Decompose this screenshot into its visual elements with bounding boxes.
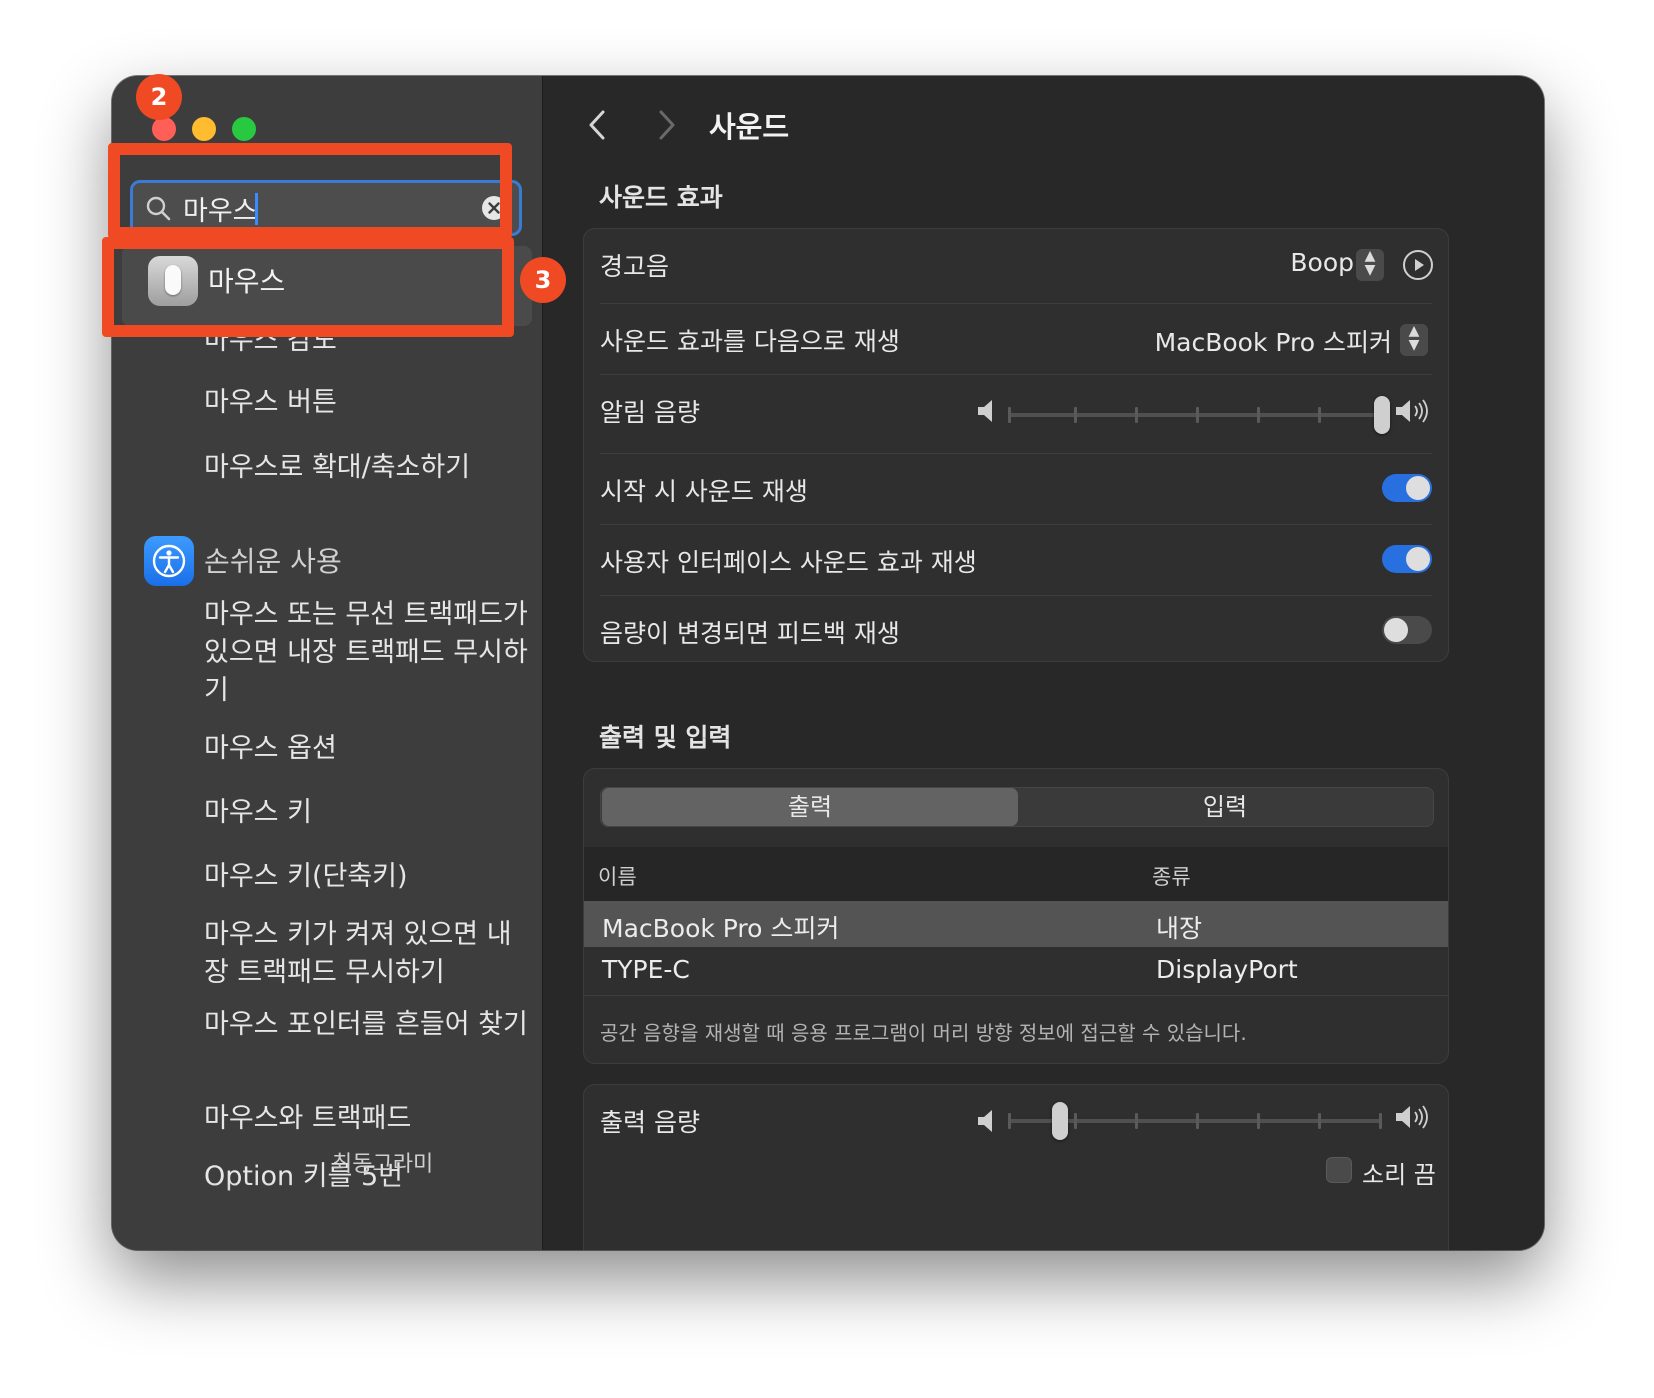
search-result-mouse-keys[interactable]: 마우스 키 bbox=[204, 794, 534, 832]
result-label: 마우스 옵션 bbox=[204, 733, 337, 764]
startup-sound-row: 시작 시 사운드 재생 bbox=[584, 454, 1448, 524]
section-title-sound-effects: 사운드 효과 bbox=[599, 183, 723, 212]
ui-sound-toggle[interactable] bbox=[1382, 545, 1432, 573]
tab-output[interactable]: 출력 bbox=[602, 788, 1018, 826]
tab-input[interactable]: 입력 bbox=[1017, 788, 1433, 826]
output-volume-group: 출력 음량 소리 끔 bbox=[583, 1084, 1449, 1250]
result-label: 마우스 키가 켜져 있으면 내장 트랙패드 무시하기 bbox=[204, 919, 512, 988]
alert-sound-label: 경고음 bbox=[600, 252, 670, 281]
play-through-row: 사운드 효과를 다음으로 재생 MacBook Pro 스피커 ▲ ▼ bbox=[584, 304, 1448, 374]
toggle-knob bbox=[1406, 476, 1430, 500]
output-volume-knob[interactable] bbox=[1052, 1102, 1069, 1140]
search-result-mouse-keys-ignore-trackpad[interactable]: 마우스 키가 켜져 있으면 내장 트랙패드 무시하기 bbox=[204, 916, 534, 992]
search-result-mouse-buttons[interactable]: 마우스 버튼 bbox=[204, 384, 534, 422]
slider-tick bbox=[1318, 1113, 1321, 1129]
device-name: MacBook Pro 스피커 bbox=[602, 914, 840, 943]
table-row[interactable]: TYPE-C DisplayPort bbox=[584, 947, 1448, 993]
alert-sound-popup[interactable]: Boop bbox=[1290, 248, 1354, 277]
highlight-box-search bbox=[108, 143, 512, 239]
divider bbox=[584, 995, 1448, 996]
slider-tick bbox=[1379, 1113, 1382, 1129]
slider-tick bbox=[1008, 1113, 1011, 1129]
minimize-window-button[interactable] bbox=[192, 117, 216, 141]
alert-sound-row: 경고음 Boop ▲ ▼ bbox=[584, 229, 1448, 303]
slider-tick bbox=[1257, 407, 1260, 423]
forward-icon[interactable] bbox=[651, 108, 681, 142]
slider-tick bbox=[1196, 407, 1199, 423]
play-through-popup[interactable]: MacBook Pro 스피커 bbox=[1155, 323, 1392, 359]
startup-sound-toggle[interactable] bbox=[1382, 474, 1432, 502]
main-pane: 사운드 사운드 효과 경고음 Boop ▲ ▼ 사운드 효과를 다음으로 재생 M… bbox=[543, 76, 1544, 1250]
alert-sound-stepper-icon[interactable]: ▲ ▼ bbox=[1356, 249, 1384, 281]
slider-tick bbox=[1074, 407, 1077, 423]
slider-tick bbox=[1318, 407, 1321, 423]
column-header-type[interactable]: 종류 bbox=[1152, 861, 1191, 891]
result-label: 마우스 포인터를 흔들어 찾기 bbox=[204, 1009, 528, 1040]
volume-feedback-toggle[interactable] bbox=[1382, 616, 1432, 644]
play-icon[interactable] bbox=[1402, 249, 1434, 281]
alert-volume-label: 알림 음량 bbox=[600, 398, 700, 427]
accessibility-icon bbox=[144, 536, 194, 586]
section-title-output-input: 출력 및 입력 bbox=[599, 723, 732, 752]
search-result-shake-pointer[interactable]: 마우스 포인터를 흔들어 찾기 bbox=[204, 1006, 534, 1044]
device-type: DisplayPort bbox=[1156, 955, 1298, 984]
result-label: 마우스 키 bbox=[204, 797, 312, 828]
step-badge-3: 3 bbox=[520, 257, 566, 303]
device-name: TYPE-C bbox=[602, 955, 690, 984]
alert-volume-slider[interactable] bbox=[1008, 413, 1382, 417]
ui-sound-row: 사용자 인터페이스 사운드 효과 재생 bbox=[584, 525, 1448, 595]
search-result-mouse-trackpad[interactable]: 마우스와 트랙패드 bbox=[204, 1100, 534, 1138]
maximize-window-button[interactable] bbox=[232, 117, 256, 141]
watermark-text: 최동그라미 bbox=[332, 1152, 434, 1177]
slider-tick bbox=[1074, 1113, 1077, 1129]
close-window-button[interactable] bbox=[152, 117, 176, 141]
step-badge-2: 2 bbox=[136, 74, 182, 120]
highlight-box-result bbox=[102, 237, 514, 337]
play-through-stepper-icon[interactable]: ▲ ▼ bbox=[1400, 324, 1428, 356]
slider-tick bbox=[1135, 407, 1138, 423]
ui-sound-label: 사용자 인터페이스 사운드 효과 재생 bbox=[600, 548, 977, 577]
result-label: 마우스 또는 무선 트랙패드가 있으면 내장 트랙패드 무시하기 bbox=[204, 599, 528, 706]
search-result-mouse-keys-shortcut[interactable]: 마우스 키(단축키) bbox=[204, 858, 534, 896]
volume-feedback-label: 음량이 변경되면 피드백 재생 bbox=[600, 619, 900, 648]
sound-effects-group: 경고음 Boop ▲ ▼ 사운드 효과를 다음으로 재생 MacBook Pro … bbox=[583, 228, 1449, 662]
result-label: 마우스 버튼 bbox=[204, 387, 337, 418]
search-result-mouse-zoom[interactable]: 마우스로 확대/축소하기 bbox=[204, 449, 534, 487]
output-volume-label: 출력 음량 bbox=[600, 1108, 700, 1137]
startup-sound-label: 시작 시 사운드 재생 bbox=[600, 477, 808, 506]
play-through-label: 사운드 효과를 다음으로 재생 bbox=[600, 327, 900, 356]
volume-high-icon bbox=[1396, 399, 1428, 423]
sidebar-scroll-fade bbox=[112, 1180, 542, 1250]
search-result-ignore-trackpad[interactable]: 마우스 또는 무선 트랙패드가 있으면 내장 트랙패드 무시하기 bbox=[204, 596, 534, 710]
slider-tick bbox=[1008, 407, 1011, 423]
category-accessibility: 손쉬운 사용 bbox=[204, 545, 342, 578]
spatial-audio-note: 공간 음향을 재생할 때 응용 프로그램이 머리 방향 정보에 접근할 수 있습… bbox=[600, 1021, 1247, 1045]
device-type: 내장 bbox=[1156, 914, 1203, 943]
output-input-segmented-control: 출력 입력 bbox=[600, 787, 1434, 827]
toggle-knob bbox=[1406, 547, 1430, 571]
toggle-knob bbox=[1384, 618, 1408, 642]
alert-volume-knob[interactable] bbox=[1374, 396, 1390, 434]
mute-label: 소리 끔 bbox=[1362, 1161, 1436, 1189]
result-label: 마우스로 확대/축소하기 bbox=[204, 452, 471, 483]
back-icon[interactable] bbox=[583, 108, 613, 142]
table-row[interactable]: MacBook Pro 스피커 내장 bbox=[584, 901, 1448, 947]
slider-tick bbox=[1135, 1113, 1138, 1129]
column-header-name[interactable]: 이름 bbox=[598, 861, 637, 891]
slider-tick bbox=[1257, 1113, 1260, 1129]
mute-checkbox[interactable] bbox=[1326, 1157, 1352, 1183]
device-table-header: 이름 종류 bbox=[584, 847, 1448, 901]
output-input-group: 출력 입력 이름 종류 MacBook Pro 스피커 내장 TYPE-C Di… bbox=[583, 768, 1449, 1064]
result-label: 마우스 키(단축키) bbox=[204, 861, 408, 892]
page-title: 사운드 bbox=[709, 110, 790, 144]
search-result-mouse-options[interactable]: 마우스 옵션 bbox=[204, 730, 534, 768]
volume-high-icon bbox=[1396, 1105, 1428, 1129]
volume-feedback-row: 음량이 변경되면 피드백 재생 bbox=[584, 596, 1448, 662]
slider-tick bbox=[1196, 1113, 1199, 1129]
alert-volume-row: 알림 음량 bbox=[584, 375, 1448, 453]
result-label: 마우스와 트랙패드 bbox=[204, 1103, 412, 1134]
